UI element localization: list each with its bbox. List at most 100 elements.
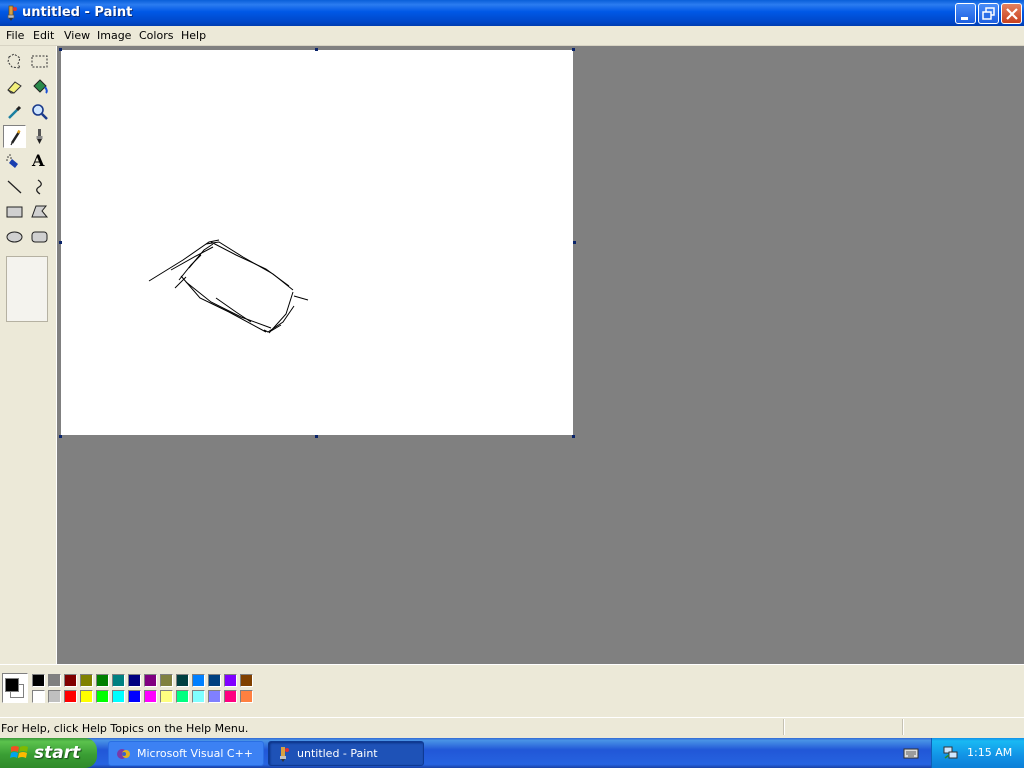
color-swatch[interactable] xyxy=(176,674,189,687)
curve-icon xyxy=(36,179,42,195)
color-swatch[interactable] xyxy=(48,690,61,703)
brush-icon xyxy=(36,129,43,144)
status-divider xyxy=(902,719,904,735)
resize-handle-bottom-right[interactable] xyxy=(572,435,575,438)
resize-handle-left xyxy=(59,241,62,244)
rounded-rectangle-icon xyxy=(31,231,48,243)
status-divider xyxy=(783,719,785,735)
color-swatch[interactable] xyxy=(224,674,237,687)
color-swatch[interactable] xyxy=(176,690,189,703)
menu-colors[interactable]: Colors xyxy=(139,29,173,42)
color-swatch[interactable] xyxy=(96,690,109,703)
color-swatch[interactable] xyxy=(144,690,157,703)
color-swatch[interactable] xyxy=(48,674,61,687)
color-swatch[interactable] xyxy=(144,674,157,687)
resize-handle-bottom-left xyxy=(59,435,62,438)
restore-button[interactable] xyxy=(978,3,999,24)
restore-icon xyxy=(982,7,995,20)
color-swatch[interactable] xyxy=(192,690,205,703)
tool-line[interactable] xyxy=(3,175,26,198)
taskbar-button-paint[interactable]: untitled - Paint xyxy=(268,741,424,766)
color-swatch[interactable] xyxy=(240,690,253,703)
sketch-drawing xyxy=(148,239,309,334)
tool-pencil[interactable] xyxy=(3,125,26,148)
ellipse-icon xyxy=(6,231,23,243)
color-swatch[interactable] xyxy=(64,690,77,703)
tool-airbrush[interactable] xyxy=(3,150,26,173)
menu-help[interactable]: Help xyxy=(181,29,206,42)
minimize-icon xyxy=(961,17,968,20)
close-button[interactable] xyxy=(1001,3,1022,24)
close-icon xyxy=(1006,8,1018,20)
start-label: start xyxy=(34,743,81,763)
rectangle-icon xyxy=(6,206,23,218)
free-form-select-icon xyxy=(7,53,21,69)
task-label: Microsoft Visual C++ xyxy=(137,747,254,760)
color-swatch[interactable] xyxy=(80,690,93,703)
network-icon[interactable] xyxy=(942,745,960,761)
tool-ellipse[interactable] xyxy=(3,225,26,248)
tool-free-form-select[interactable] xyxy=(3,50,26,73)
color-swatch[interactable] xyxy=(240,674,253,687)
pencil-icon xyxy=(10,129,21,146)
fill-icon xyxy=(33,79,48,94)
color-swatch[interactable] xyxy=(224,690,237,703)
magnifier-icon xyxy=(32,104,48,120)
visual-cpp-icon xyxy=(117,749,130,759)
tool-brush[interactable] xyxy=(28,125,51,148)
tool-polygon[interactable] xyxy=(28,200,51,223)
color-swatch[interactable] xyxy=(160,674,173,687)
color-swatch[interactable] xyxy=(112,690,125,703)
toolbox: A xyxy=(0,46,57,664)
paint-app-icon xyxy=(280,747,289,762)
window-title: untitled - Paint xyxy=(22,5,133,20)
tool-eraser[interactable] xyxy=(3,75,26,98)
select-icon xyxy=(31,55,48,68)
taskbar-button-visual-cpp[interactable]: Microsoft Visual C++ xyxy=(108,741,264,766)
line-icon xyxy=(7,180,22,194)
color-swatch[interactable] xyxy=(96,674,109,687)
menu-image[interactable]: Image xyxy=(97,29,131,42)
windows-logo-icon xyxy=(10,746,28,758)
color-swatch[interactable] xyxy=(64,674,77,687)
paint-app-icon[interactable] xyxy=(4,5,20,21)
eyedropper-icon xyxy=(8,105,22,119)
menu-bar: File Edit View Image Colors Help xyxy=(0,26,1024,46)
keyboard-icon[interactable] xyxy=(903,746,919,760)
tool-options-box[interactable] xyxy=(6,256,48,322)
minimize-button[interactable] xyxy=(955,3,976,24)
foreground-color-swatch[interactable] xyxy=(5,678,19,692)
resize-handle-right[interactable] xyxy=(573,241,576,244)
color-swatch[interactable] xyxy=(160,690,173,703)
resize-handle-top-right xyxy=(572,48,575,51)
title-bar[interactable] xyxy=(0,0,1024,26)
resize-handle-top-left xyxy=(59,48,62,51)
color-swatch[interactable] xyxy=(208,674,221,687)
status-help-text: For Help, click Help Topics on the Help … xyxy=(1,722,249,735)
airbrush-icon xyxy=(6,154,18,168)
color-swatch[interactable] xyxy=(112,674,125,687)
drawing-canvas[interactable] xyxy=(61,50,573,435)
color-swatch[interactable] xyxy=(208,690,221,703)
resize-handle-top xyxy=(315,48,318,51)
tool-select[interactable] xyxy=(28,50,51,73)
tool-text[interactable]: A xyxy=(28,150,51,173)
menu-view[interactable]: View xyxy=(64,29,90,42)
tool-rounded-rectangle[interactable] xyxy=(28,225,51,248)
color-swatch[interactable] xyxy=(80,674,93,687)
menu-file[interactable]: File xyxy=(6,29,24,42)
tool-magnifier[interactable] xyxy=(28,100,51,123)
color-swatch[interactable] xyxy=(192,674,205,687)
tool-fill-with-color[interactable] xyxy=(28,75,51,98)
color-swatch[interactable] xyxy=(32,690,45,703)
color-swatch[interactable] xyxy=(128,674,141,687)
task-label: untitled - Paint xyxy=(297,747,378,760)
eraser-icon xyxy=(7,81,22,94)
color-swatch[interactable] xyxy=(128,690,141,703)
resize-handle-bottom[interactable] xyxy=(315,435,318,438)
tool-curve[interactable] xyxy=(28,175,51,198)
tool-pick-color[interactable] xyxy=(3,100,26,123)
menu-edit[interactable]: Edit xyxy=(33,29,54,42)
tool-rectangle[interactable] xyxy=(3,200,26,223)
color-swatch[interactable] xyxy=(32,674,45,687)
